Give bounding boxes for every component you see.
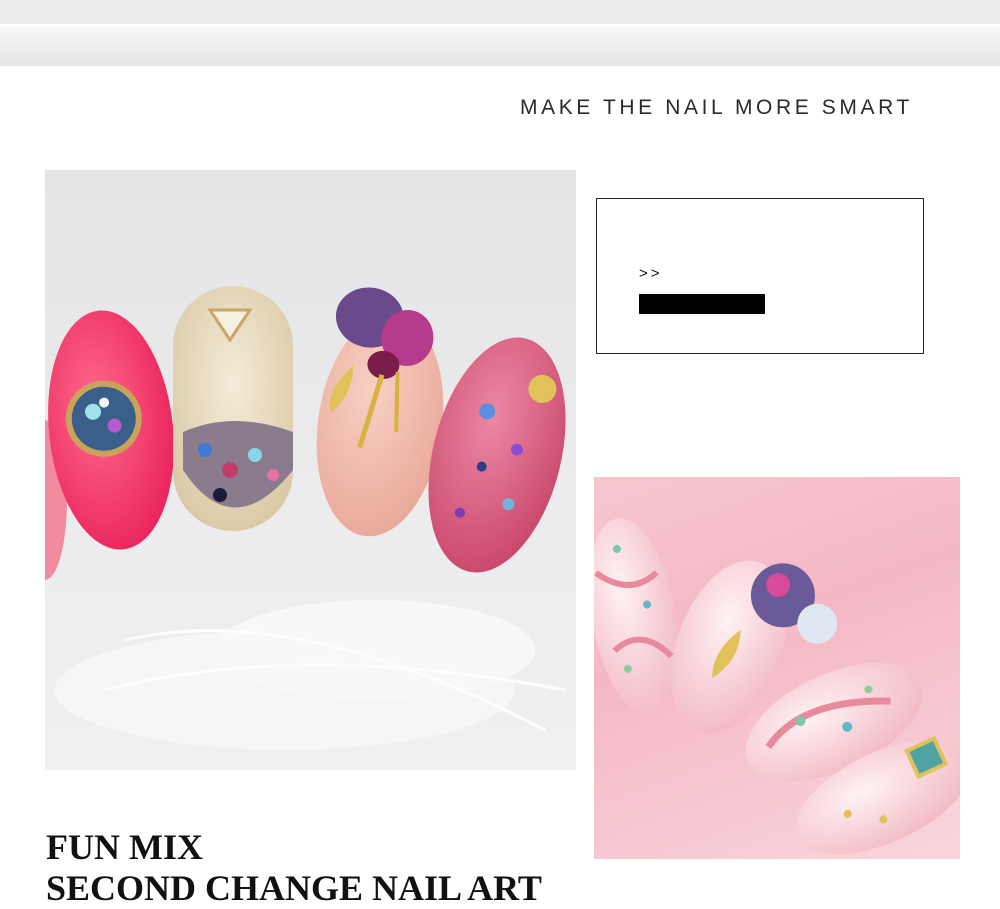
banner-shade bbox=[0, 27, 1000, 66]
redaction-bar bbox=[639, 294, 765, 314]
info-arrows: >> bbox=[639, 265, 663, 282]
product-photo-secondary bbox=[594, 477, 960, 859]
product-photo-main bbox=[45, 170, 576, 770]
nail-art-illustration-2 bbox=[594, 518, 960, 855]
headline-line-1: FUN MIX bbox=[46, 827, 203, 867]
headline-line-2: SECOND CHANGE NAIL ART bbox=[46, 868, 542, 908]
feather-decor bbox=[55, 600, 566, 750]
nail-art-illustration bbox=[45, 286, 566, 750]
top-banner-bar bbox=[0, 0, 1000, 66]
tagline: MAKE THE NAIL MORE SMART bbox=[520, 96, 913, 119]
nail-gold-glitter bbox=[173, 286, 293, 531]
info-box: >> bbox=[596, 198, 924, 354]
